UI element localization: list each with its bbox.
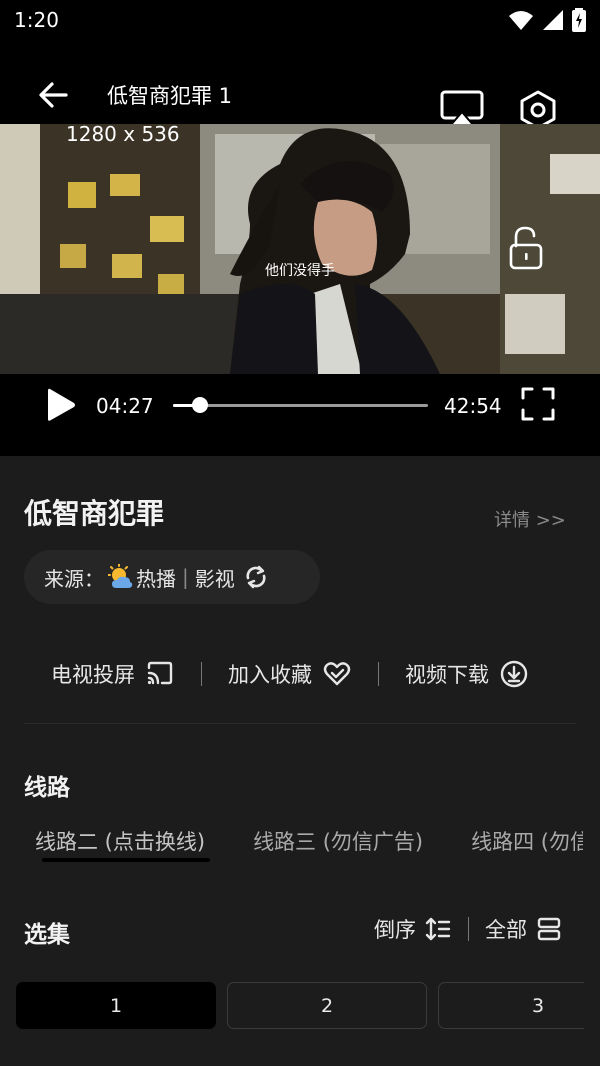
add-to-favorites-button[interactable]: 加入收藏 [228, 659, 352, 689]
fullscreen-icon[interactable] [520, 386, 556, 422]
episodes-heading: 选集 [24, 922, 70, 948]
action-row: 电视投屏 加入收藏 视频下载 [24, 650, 576, 698]
route-tab-4[interactable]: 线路四 (勿信广告) [471, 826, 583, 856]
back-arrow-icon[interactable] [36, 78, 70, 112]
all-episodes-button[interactable]: 全部 [485, 914, 563, 944]
details-link[interactable]: 详情 >> [494, 506, 566, 532]
source-label: 来源： [44, 566, 104, 591]
route-tab-3[interactable]: 线路三 (勿信广告) [253, 826, 423, 856]
status-icons [508, 8, 586, 32]
sort-order-icon [425, 917, 451, 941]
play-icon[interactable] [44, 386, 78, 424]
show-title: 低智商犯罪 [24, 497, 165, 530]
sort-label: 倒序 [374, 918, 416, 942]
wifi-icon [509, 11, 533, 30]
status-bar: 1:20 [0, 0, 600, 40]
all-label: 全部 [485, 918, 527, 942]
current-time: 04:27 [96, 394, 154, 418]
episode-tools-separator [468, 917, 469, 941]
source-separator: | [182, 565, 189, 589]
episode-button-3[interactable]: 3 [438, 982, 584, 1029]
episode-button-2[interactable]: 2 [227, 982, 427, 1029]
action-separator [201, 662, 202, 686]
sort-button[interactable]: 倒序 [374, 914, 452, 944]
routes-heading: 线路 [24, 775, 70, 801]
status-time: 1:20 [14, 8, 59, 32]
video-player[interactable]: 低智商犯罪 1 1280 x 536 他们没得手 04:27 42:54 [0, 40, 600, 456]
section-divider [24, 723, 576, 724]
action-separator [378, 662, 379, 686]
cast-to-tv-button[interactable]: 电视投屏 [51, 659, 175, 689]
favorite-label: 加入收藏 [228, 663, 312, 687]
download-label: 视频下载 [405, 663, 489, 687]
airplay-icon[interactable] [440, 90, 484, 128]
cast-label: 电视投屏 [51, 663, 135, 687]
episode-list: 123 [16, 982, 584, 1030]
episode-tools: 倒序 全部 [374, 914, 563, 944]
total-time: 42:54 [444, 394, 502, 418]
player-controls: 04:27 42:54 [0, 374, 600, 456]
download-video-button[interactable]: 视频下载 [405, 659, 529, 689]
download-icon [500, 660, 528, 688]
cast-icon [147, 661, 173, 685]
route-tab-2[interactable]: 线路二 (点击换线) [35, 826, 205, 856]
signal-icon [543, 10, 563, 30]
route-tabs: 线路二 (点击换线) 线路三 (勿信广告) 线路四 (勿信广告) [35, 826, 583, 870]
player-top-bar: 低智商犯罪 1 [0, 40, 600, 130]
route-active-indicator [42, 858, 210, 862]
unlock-icon[interactable] [508, 226, 544, 270]
seek-thumb[interactable] [191, 397, 208, 413]
list-grid-icon [537, 917, 561, 941]
video-title: 低智商犯罪 1 [107, 84, 233, 108]
source-name: 热播 [136, 566, 176, 591]
resolution-label: 1280 x 536 [66, 122, 180, 146]
seek-bar[interactable] [173, 404, 428, 407]
source-type: 影视 [194, 566, 235, 591]
refresh-icon[interactable] [243, 564, 269, 590]
heart-check-icon [323, 662, 351, 686]
source-selector[interactable]: 来源： 热播 | 影视 [24, 550, 320, 604]
battery-icon [572, 8, 586, 32]
episode-button-1[interactable]: 1 [16, 982, 216, 1029]
sun-cloud-icon [108, 564, 133, 588]
